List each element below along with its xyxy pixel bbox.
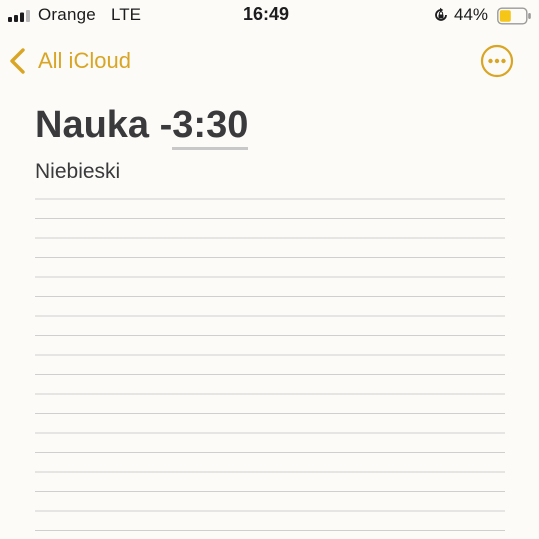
signal-bars-icon <box>8 10 30 22</box>
notes-screen: Orange LTE 16:49 44% All iCloud Nauka -3 <box>0 0 539 539</box>
ruled-paper-lines <box>35 198 505 531</box>
chevron-left-icon <box>10 48 25 74</box>
note-body-text[interactable]: Niebieski <box>35 160 120 184</box>
note-title[interactable]: Nauka -3:30 <box>35 104 249 150</box>
note-title-prefix: Nauka - <box>35 104 173 146</box>
note-title-time[interactable]: 3:30 <box>172 104 249 150</box>
